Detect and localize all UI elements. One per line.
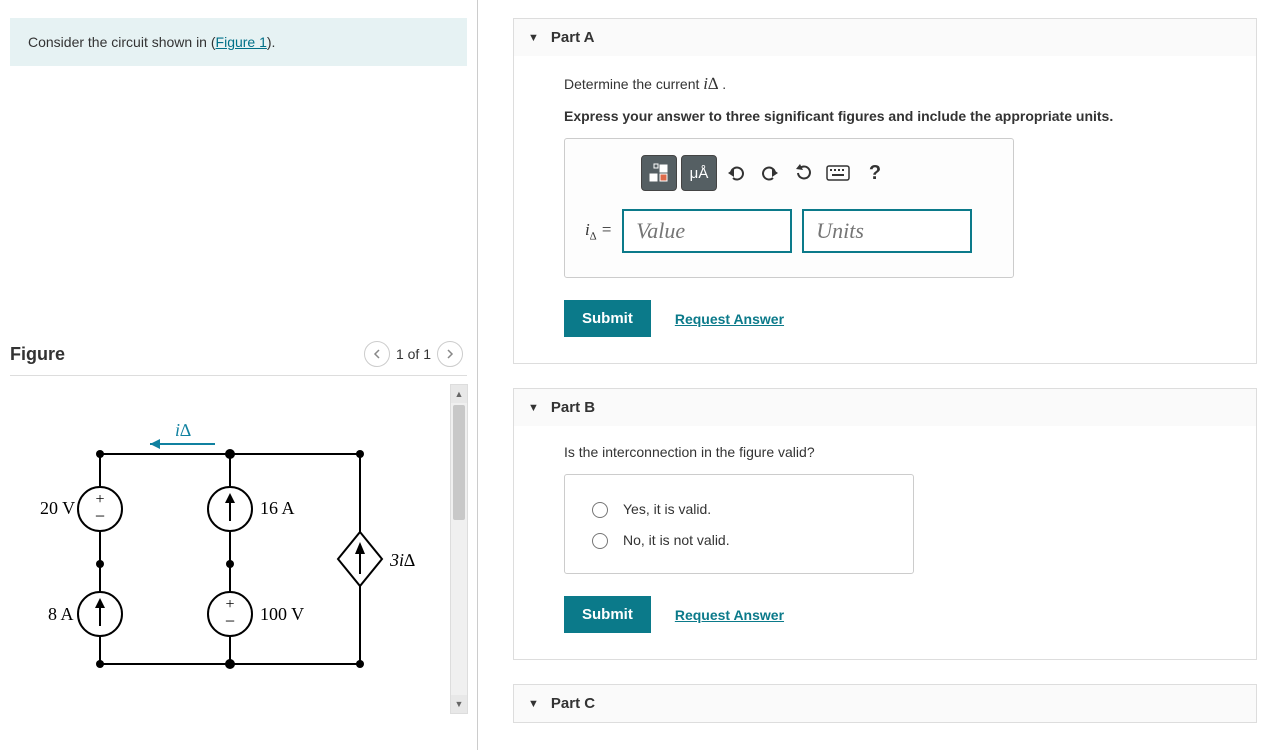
part-c-block: ▼ Part C <box>513 684 1257 723</box>
option-yes[interactable]: Yes, it is valid. <box>587 493 891 524</box>
part-b-question: Is the interconnection in the figure val… <box>564 444 1234 460</box>
request-answer-b[interactable]: Request Answer <box>675 607 784 623</box>
prompt-suffix: ). <box>267 34 276 50</box>
scroll-down-icon[interactable]: ▼ <box>451 695 467 713</box>
part-b-header[interactable]: ▼ Part B <box>514 388 1256 426</box>
label-20v: 20 V <box>40 498 75 518</box>
scroll-thumb[interactable] <box>453 405 465 520</box>
label-8a: 8 A <box>48 604 74 624</box>
svg-text:−: − <box>225 611 235 631</box>
label-100v: 100 V <box>260 604 304 624</box>
collapse-icon: ▼ <box>528 402 539 414</box>
reset-icon <box>794 163 814 183</box>
submit-button-b[interactable]: Submit <box>564 596 651 633</box>
figure-scrollbar[interactable]: ▲ ▼ <box>450 384 468 714</box>
figure-title: Figure <box>10 344 65 365</box>
radio-yes[interactable] <box>592 502 608 518</box>
help-button[interactable]: ? <box>857 155 893 191</box>
template-button[interactable] <box>641 155 677 191</box>
circuit-diagram: i∆ + − 20 V 8 A <box>20 414 440 694</box>
part-a-instruction-2: Express your answer to three significant… <box>564 108 1234 124</box>
answer-row: i∆ = <box>585 209 993 253</box>
svg-text:−: − <box>95 506 105 526</box>
fraction-template-icon <box>648 163 670 183</box>
figure-next-button[interactable] <box>437 341 463 367</box>
units-button[interactable]: μÅ <box>681 155 717 191</box>
redo-icon <box>760 164 780 182</box>
variable-label: i∆ = <box>585 220 612 242</box>
part-c-header[interactable]: ▼ Part C <box>514 684 1256 722</box>
part-a-block: ▼ Part A Determine the current i∆ . Expr… <box>513 18 1257 364</box>
request-answer-a[interactable]: Request Answer <box>675 311 784 327</box>
figure-body: i∆ + − 20 V 8 A <box>10 384 467 714</box>
figure-prev-button[interactable] <box>364 341 390 367</box>
part-b-block: ▼ Part B Is the interconnection in the f… <box>513 388 1257 660</box>
part-a-instruction-1: Determine the current i∆ . <box>564 74 1234 94</box>
redo-button[interactable] <box>755 155 785 191</box>
figure-counter: 1 of 1 <box>396 346 431 362</box>
option-no[interactable]: No, it is not valid. <box>587 524 891 555</box>
source-20v: + − 20 V <box>40 487 122 531</box>
source-100v: + − 100 V <box>208 592 304 636</box>
scroll-up-icon[interactable]: ▲ <box>451 385 467 403</box>
chevron-right-icon <box>445 349 455 359</box>
undo-icon <box>726 164 746 182</box>
source-16a: 16 A <box>208 487 295 531</box>
chevron-left-icon <box>372 349 382 359</box>
units-input[interactable] <box>802 209 972 253</box>
current-i-delta-arrow: i∆ <box>150 420 215 449</box>
figure-link[interactable]: Figure 1 <box>216 34 267 50</box>
figure-nav: 1 of 1 <box>364 341 463 367</box>
submit-button-a[interactable]: Submit <box>564 300 651 337</box>
figure-header: Figure 1 of 1 <box>10 341 467 376</box>
value-input[interactable] <box>622 209 792 253</box>
label-3idelta: 3i∆ <box>389 550 415 570</box>
part-a-header[interactable]: ▼ Part A <box>514 18 1256 56</box>
part-c-title: Part C <box>551 695 595 712</box>
collapse-icon: ▼ <box>528 32 539 44</box>
prompt-prefix: Consider the circuit shown in ( <box>28 34 216 50</box>
undo-button[interactable] <box>721 155 751 191</box>
option-yes-label: Yes, it is valid. <box>623 501 711 517</box>
label-16a: 16 A <box>260 498 295 518</box>
part-b-title: Part B <box>551 399 595 416</box>
collapse-icon: ▼ <box>528 698 539 710</box>
reset-button[interactable] <box>789 155 819 191</box>
source-dependent-3idelta: 3i∆ <box>338 532 415 586</box>
radio-panel: Yes, it is valid. No, it is not valid. <box>564 474 914 574</box>
option-no-label: No, it is not valid. <box>623 532 730 548</box>
keyboard-icon <box>826 165 850 181</box>
part-a-title: Part A <box>551 29 595 46</box>
answer-panel: μÅ ? <box>564 138 1014 278</box>
label-i-delta: i∆ <box>175 420 191 440</box>
right-pane: ▼ Part A Determine the current i∆ . Expr… <box>478 0 1282 750</box>
source-8a: 8 A <box>48 592 122 636</box>
answer-toolbar: μÅ ? <box>641 155 993 191</box>
left-pane: Consider the circuit shown in (Figure 1)… <box>0 0 478 750</box>
keyboard-button[interactable] <box>823 155 853 191</box>
radio-no[interactable] <box>592 533 608 549</box>
problem-prompt: Consider the circuit shown in (Figure 1)… <box>10 18 467 66</box>
